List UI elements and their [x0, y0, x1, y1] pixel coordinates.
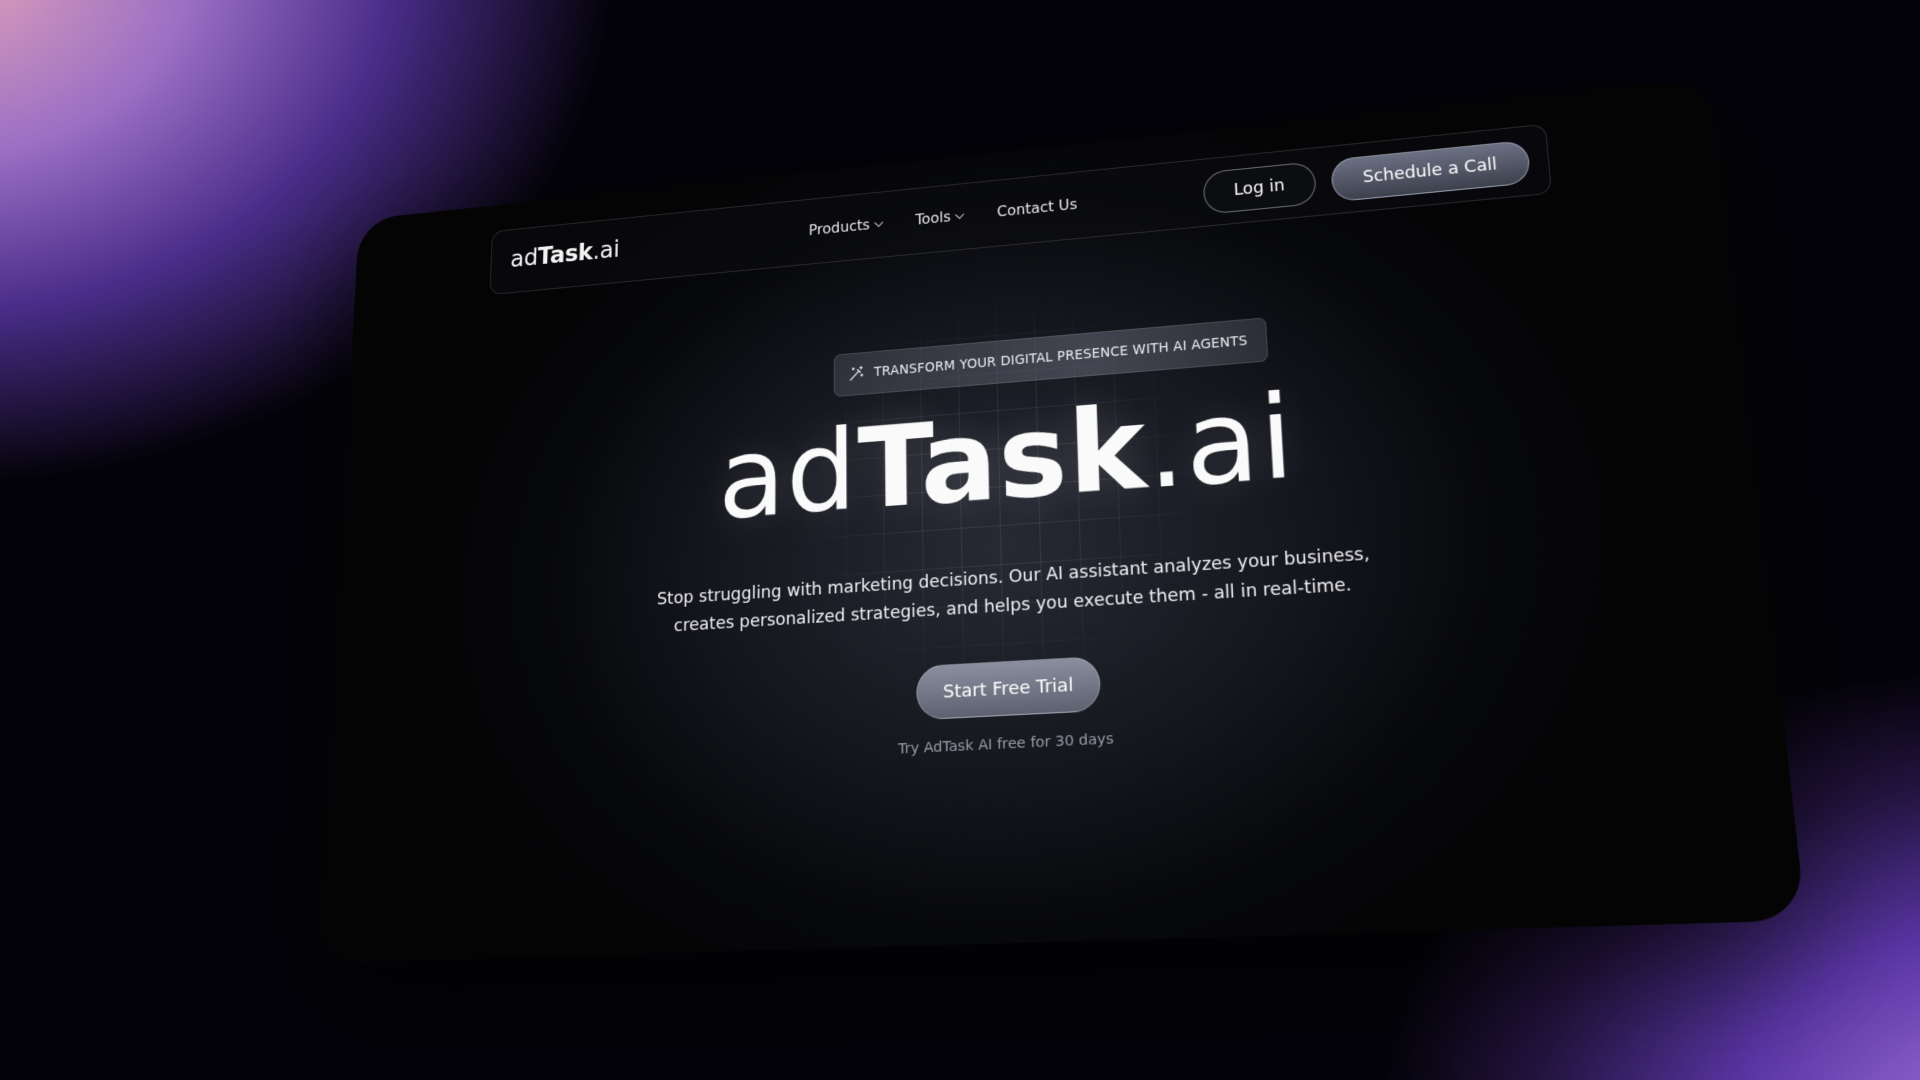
nav-link-products[interactable]: Products — [808, 216, 884, 239]
start-free-trial-button[interactable]: Start Free Trial — [916, 655, 1102, 721]
nav-link-label: Contact Us — [996, 196, 1078, 221]
logo[interactable]: adTask.ai — [510, 236, 620, 273]
logo-bold: Task — [537, 239, 594, 271]
nav-links: Products Tools Contact Us — [809, 196, 1078, 239]
nav-link-tools[interactable]: Tools — [915, 207, 965, 229]
logo-prefix: ad — [509, 244, 539, 274]
nav-actions: Log in Schedule a Call — [1202, 139, 1532, 215]
website-preview-card: adTask.ai Products Tools Contact Us Log … — [318, 78, 1806, 963]
chevron-down-icon — [874, 217, 884, 227]
nav-link-contact[interactable]: Contact Us — [997, 196, 1078, 220]
login-button[interactable]: Log in — [1202, 161, 1317, 215]
background-gradient: adTask.ai Products Tools Contact Us Log … — [0, 0, 1920, 1080]
nav-link-label: Products — [808, 216, 871, 239]
hero-title-suffix: .ai — [1144, 369, 1299, 515]
nav-link-label: Tools — [915, 208, 951, 229]
schedule-call-button[interactable]: Schedule a Call — [1330, 139, 1532, 203]
hero-title-prefix: ad — [717, 404, 858, 545]
perspective-stage: adTask.ai Products Tools Contact Us Log … — [0, 0, 1920, 1080]
chevron-down-icon — [955, 209, 965, 219]
logo-suffix: .ai — [592, 236, 620, 266]
magic-wand-icon — [848, 365, 865, 383]
hero-title-bold: Task — [857, 381, 1150, 535]
